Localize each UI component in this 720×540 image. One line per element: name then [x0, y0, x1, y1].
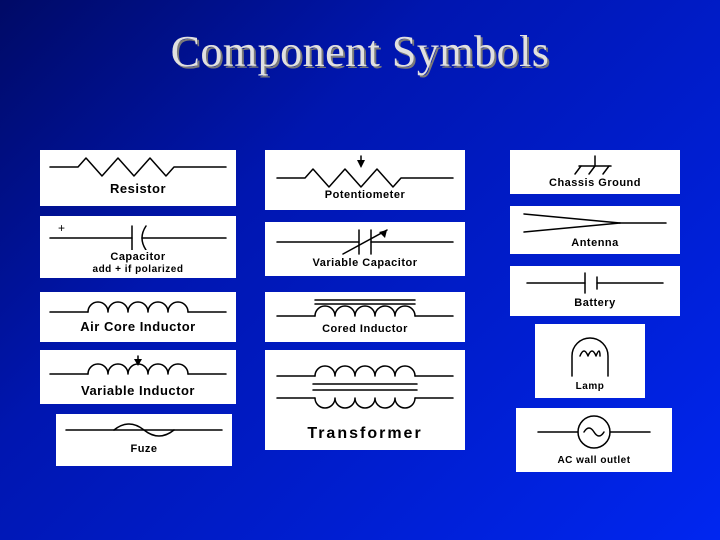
card-lamp: Lamp	[535, 324, 645, 398]
ac-outlet-symbol-icon	[522, 412, 666, 454]
slide-component-symbols: Component Symbols Resistor Potentiometer	[0, 0, 720, 540]
svg-text:+: +	[58, 221, 65, 235]
card-ac-outlet: AC wall outlet	[516, 408, 672, 472]
variable-inductor-symbol-icon	[46, 354, 230, 382]
capacitor-symbol-icon: +	[46, 220, 230, 250]
card-antenna: Antenna	[510, 206, 680, 254]
resistor-symbol-icon	[46, 154, 230, 180]
capacitor-hint: add + if polarized	[93, 264, 184, 275]
lamp-symbol-icon	[541, 328, 639, 380]
battery-label: Battery	[516, 298, 674, 310]
antenna-label: Antenna	[516, 238, 674, 250]
fuze-label: Fuze	[62, 444, 226, 456]
card-chassis-ground: Chassis Ground	[510, 150, 680, 194]
lamp-label: Lamp	[541, 382, 639, 393]
variable-capacitor-label: Variable Capacitor	[271, 258, 459, 270]
variable-capacitor-symbol-icon	[271, 226, 459, 256]
fuze-symbol-icon	[62, 418, 226, 442]
potentiometer-label: Potentiometer	[271, 190, 459, 202]
card-air-core-inductor: Air Core Inductor	[40, 292, 236, 342]
card-cored-inductor: Cored Inductor	[265, 292, 465, 342]
card-capacitor: + Capacitor add + if polarized	[40, 216, 236, 278]
potentiometer-symbol-icon	[271, 154, 459, 188]
slide-title: Component Symbols	[0, 26, 720, 77]
transformer-symbol-icon	[271, 354, 459, 424]
card-variable-capacitor: Variable Capacitor	[265, 222, 465, 276]
card-variable-inductor: Variable Inductor	[40, 350, 236, 404]
symbol-grid: Resistor Potentiometer	[40, 150, 692, 516]
card-resistor: Resistor	[40, 150, 236, 206]
variable-inductor-label: Variable Inductor	[46, 384, 230, 398]
chassis-ground-label: Chassis Ground	[516, 178, 674, 190]
transformer-label: Transformer	[271, 426, 459, 443]
battery-symbol-icon	[516, 270, 674, 296]
card-battery: Battery	[510, 266, 680, 316]
antenna-symbol-icon	[516, 210, 674, 236]
air-core-inductor-symbol-icon	[46, 296, 230, 318]
card-potentiometer: Potentiometer	[265, 150, 465, 210]
card-transformer: Transformer	[265, 350, 465, 450]
resistor-label: Resistor	[46, 182, 230, 196]
cored-inductor-label: Cored Inductor	[271, 324, 459, 336]
cored-inductor-symbol-icon	[271, 296, 459, 322]
card-fuze: Fuze	[56, 414, 232, 466]
chassis-ground-symbol-icon	[516, 154, 674, 176]
capacitor-label: Capacitor add + if polarized	[46, 252, 230, 275]
air-core-inductor-label: Air Core Inductor	[46, 320, 230, 334]
ac-outlet-label: AC wall outlet	[522, 456, 666, 467]
capacitor-text: Capacitor	[110, 251, 165, 263]
